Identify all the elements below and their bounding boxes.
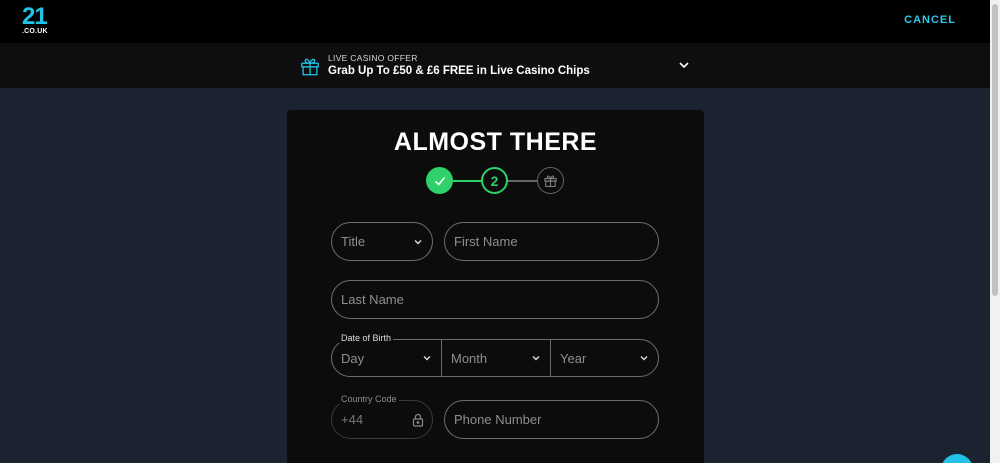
gift-icon bbox=[301, 58, 319, 76]
offer-title: Grab Up To £50 & £6 FREE in Live Casino … bbox=[328, 65, 590, 77]
title-select[interactable]: Title bbox=[331, 222, 433, 261]
check-icon bbox=[434, 176, 445, 186]
dob-month-placeholder: Month bbox=[451, 350, 488, 366]
first-name-input[interactable]: First Name bbox=[444, 222, 659, 261]
last-name-input[interactable]: Last Name bbox=[331, 280, 659, 319]
scrollbar[interactable] bbox=[990, 0, 1000, 463]
dob-year-select[interactable]: Year bbox=[550, 340, 658, 376]
first-name-placeholder: First Name bbox=[454, 234, 518, 249]
progress-stepper: 2 bbox=[426, 167, 566, 195]
dob-year-placeholder: Year bbox=[560, 350, 587, 366]
chevron-down-icon bbox=[532, 356, 540, 361]
dob-group: Day Month Year bbox=[331, 339, 659, 377]
top-bar: 21 .CO.UK CANCEL bbox=[0, 0, 990, 43]
logo-number: 21 bbox=[22, 3, 48, 30]
country-code-value: +44 bbox=[341, 412, 364, 427]
phone-placeholder: Phone Number bbox=[454, 412, 542, 427]
chevron-down-icon bbox=[414, 240, 422, 245]
step-connector bbox=[508, 180, 537, 182]
gift-icon bbox=[544, 175, 557, 187]
logo-suffix: .CO.UK bbox=[22, 28, 48, 35]
chevron-down-icon bbox=[640, 356, 648, 361]
registration-card: ALMOST THERE 2 Title First Name Last Nam… bbox=[287, 110, 704, 463]
country-code-label: Country Code bbox=[339, 394, 399, 404]
chevron-down-icon[interactable] bbox=[677, 58, 691, 72]
step-connector bbox=[453, 180, 481, 182]
step-current: 2 bbox=[481, 167, 508, 194]
offer-banner[interactable]: LIVE CASINO OFFER Grab Up To £50 & £6 FR… bbox=[0, 43, 990, 88]
dob-day-placeholder: Day bbox=[341, 350, 365, 366]
cancel-button[interactable]: CANCEL bbox=[904, 14, 956, 26]
site-logo[interactable]: 21 .CO.UK bbox=[22, 3, 48, 36]
lock-icon bbox=[412, 413, 424, 427]
last-name-placeholder: Last Name bbox=[341, 292, 404, 307]
page-title: ALMOST THERE bbox=[393, 128, 598, 156]
chevron-down-icon bbox=[423, 356, 431, 361]
step-final bbox=[537, 167, 564, 194]
help-chat-button[interactable] bbox=[941, 454, 973, 463]
dob-day-select[interactable]: Day bbox=[332, 340, 441, 376]
country-code-field: +44 bbox=[331, 400, 433, 439]
scrollbar-thumb[interactable] bbox=[992, 4, 998, 296]
phone-number-input[interactable]: Phone Number bbox=[444, 400, 659, 439]
dob-month-select[interactable]: Month bbox=[441, 340, 550, 376]
offer-label: LIVE CASINO OFFER bbox=[328, 53, 418, 63]
step-completed bbox=[426, 167, 453, 194]
title-placeholder: Title bbox=[341, 234, 366, 249]
dob-label: Date of Birth bbox=[339, 333, 394, 343]
